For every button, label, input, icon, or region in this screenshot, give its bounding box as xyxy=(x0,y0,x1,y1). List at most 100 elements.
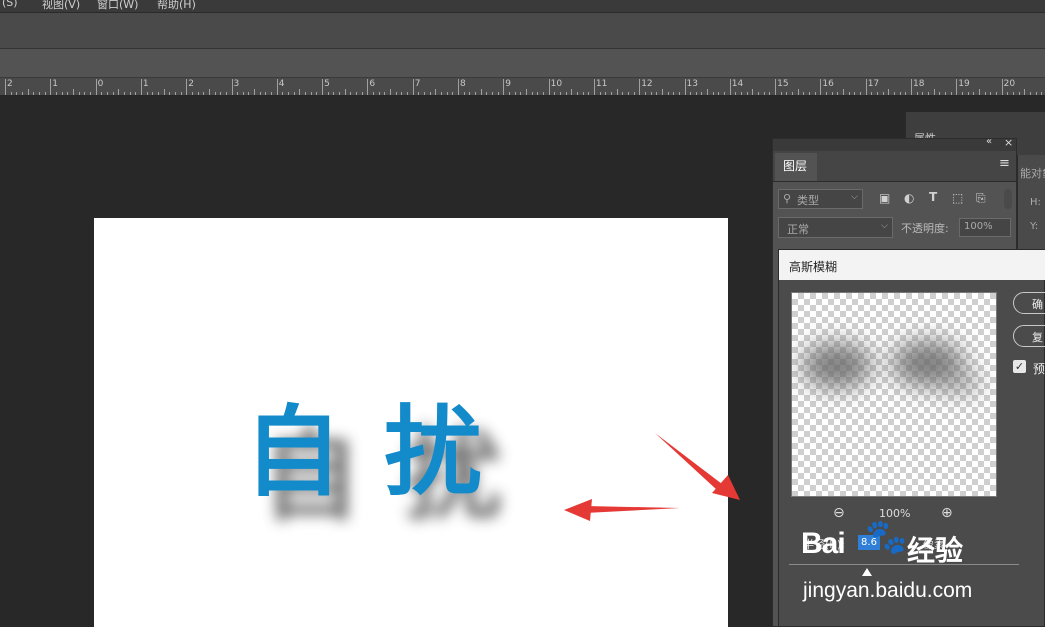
ruler-tick xyxy=(678,92,680,95)
panel-menu-icon[interactable]: ≡ xyxy=(999,156,1010,171)
ruler-label: 17 xyxy=(867,79,880,89)
ruler-label: 9 xyxy=(505,79,512,89)
ruler-tick xyxy=(486,92,488,95)
close-icon[interactable]: × xyxy=(1004,136,1013,149)
ok-button[interactable]: 确 xyxy=(1013,292,1045,314)
ruler-tick xyxy=(995,92,997,95)
ruler-tick xyxy=(673,92,675,95)
ruler-tick xyxy=(911,79,912,95)
menu-item-window[interactable]: 窗口(W) xyxy=(97,0,138,12)
image-icon[interactable]: ▣ xyxy=(879,191,890,205)
ruler-tick xyxy=(554,92,556,95)
ruler-tick xyxy=(724,92,726,95)
watermark-url: jingyan.baidu.com xyxy=(803,579,973,602)
shape-icon[interactable]: ⬚ xyxy=(952,191,963,205)
text-char-1[interactable]: 自 xyxy=(244,404,342,502)
ruler-tick xyxy=(542,92,544,95)
ruler-tick xyxy=(446,92,448,95)
ruler-tick xyxy=(667,92,669,95)
ruler-tick xyxy=(854,92,856,95)
ruler-tick xyxy=(916,92,918,95)
ruler-tick xyxy=(1007,92,1009,95)
ruler-tick xyxy=(616,89,618,95)
opacity-value: 100% xyxy=(964,221,993,232)
ruler-tick xyxy=(72,89,74,95)
ruler-tick xyxy=(627,92,629,95)
ruler-tick xyxy=(276,79,278,95)
opacity-input[interactable]: 100% xyxy=(959,218,1011,237)
ruler-tick xyxy=(927,92,929,95)
ruler-tick xyxy=(435,89,437,95)
filter-toggle[interactable] xyxy=(1004,189,1012,209)
ruler-tick xyxy=(259,92,261,95)
blend-mode-select[interactable]: 正常 ⌵ xyxy=(778,217,893,238)
dialog-title-bar[interactable]: 高斯模糊 xyxy=(779,250,1045,280)
ruler-tick xyxy=(576,92,578,95)
ruler-tick xyxy=(118,89,120,95)
ruler-tick xyxy=(684,79,686,95)
ruler-tick xyxy=(503,79,505,95)
ruler-tick xyxy=(792,92,794,95)
reset-button[interactable]: 复 xyxy=(1013,325,1045,347)
preview-checkbox[interactable]: ✓ xyxy=(1013,360,1026,373)
ruler-tick xyxy=(84,92,86,95)
ruler-tick xyxy=(123,92,125,95)
ruler-tick xyxy=(429,92,431,95)
layer-filter-select[interactable]: ⚲ 类型 ⌵ xyxy=(778,189,863,209)
ruler-tick xyxy=(344,89,346,95)
ruler-tick xyxy=(650,92,652,95)
ruler-label: 18 xyxy=(913,79,925,89)
ruler-tick xyxy=(537,92,539,95)
ruler-tick xyxy=(763,92,765,95)
ruler-tick xyxy=(514,92,516,95)
ruler-tick xyxy=(752,89,754,95)
ruler-tick xyxy=(508,92,510,95)
tab-layers[interactable]: 图层 xyxy=(775,153,817,181)
ruler-label: 14 xyxy=(731,79,744,89)
ruler-label: 13 xyxy=(686,79,698,89)
ruler-tick xyxy=(424,92,426,95)
ruler-tick xyxy=(735,92,737,95)
ruler-label: 15 xyxy=(777,79,789,89)
ruler-tick xyxy=(865,79,867,95)
ruler-tick xyxy=(157,92,159,95)
ruler-tick xyxy=(848,92,850,95)
ruler-tick xyxy=(407,92,409,95)
y-label: Y: xyxy=(1030,221,1039,232)
ruler-tick xyxy=(644,92,646,95)
ruler-tick xyxy=(452,92,454,95)
ruler-tick xyxy=(367,79,369,95)
smartobject-icon[interactable]: ⎘ xyxy=(976,191,986,206)
tab-layers-label: 图层 xyxy=(783,159,808,173)
ruler-tick xyxy=(44,92,46,95)
ruler-tick xyxy=(888,89,890,95)
ruler-tick xyxy=(38,92,40,95)
ruler-tick xyxy=(327,92,329,95)
ruler-tick xyxy=(746,92,748,95)
ruler-tick xyxy=(860,92,862,95)
ruler-tick xyxy=(894,92,895,95)
ruler-tick xyxy=(701,92,703,95)
ruler-tick xyxy=(695,92,697,95)
ruler-tick xyxy=(322,79,324,95)
menu-item-help[interactable]: 帮助(H) xyxy=(157,0,196,12)
menu-item-view[interactable]: 视图(V) xyxy=(42,0,80,12)
ruler-tick xyxy=(497,92,499,95)
paw-logo-icon: 🐾 xyxy=(865,517,908,557)
collapse-icon[interactable]: « xyxy=(986,136,992,147)
ruler-tick xyxy=(531,92,533,95)
text-icon[interactable]: T xyxy=(929,190,937,204)
ruler-tick xyxy=(950,92,952,95)
menu-item-select[interactable]: (S) xyxy=(2,0,18,9)
adjustment-icon[interactable]: ◐ xyxy=(904,191,914,205)
ruler-tick xyxy=(339,92,341,95)
ruler-tick xyxy=(220,92,222,95)
ruler-tick xyxy=(610,92,612,95)
document-canvas[interactable]: 自 扰 自 扰 xyxy=(94,218,728,627)
ruler-tick xyxy=(605,92,607,95)
ruler-label: 7 xyxy=(414,79,421,89)
ruler-label: 4 xyxy=(278,79,285,89)
blur-preview[interactable] xyxy=(791,292,997,497)
ruler-tick xyxy=(877,92,879,95)
text-char-2[interactable]: 扰 xyxy=(384,404,482,502)
